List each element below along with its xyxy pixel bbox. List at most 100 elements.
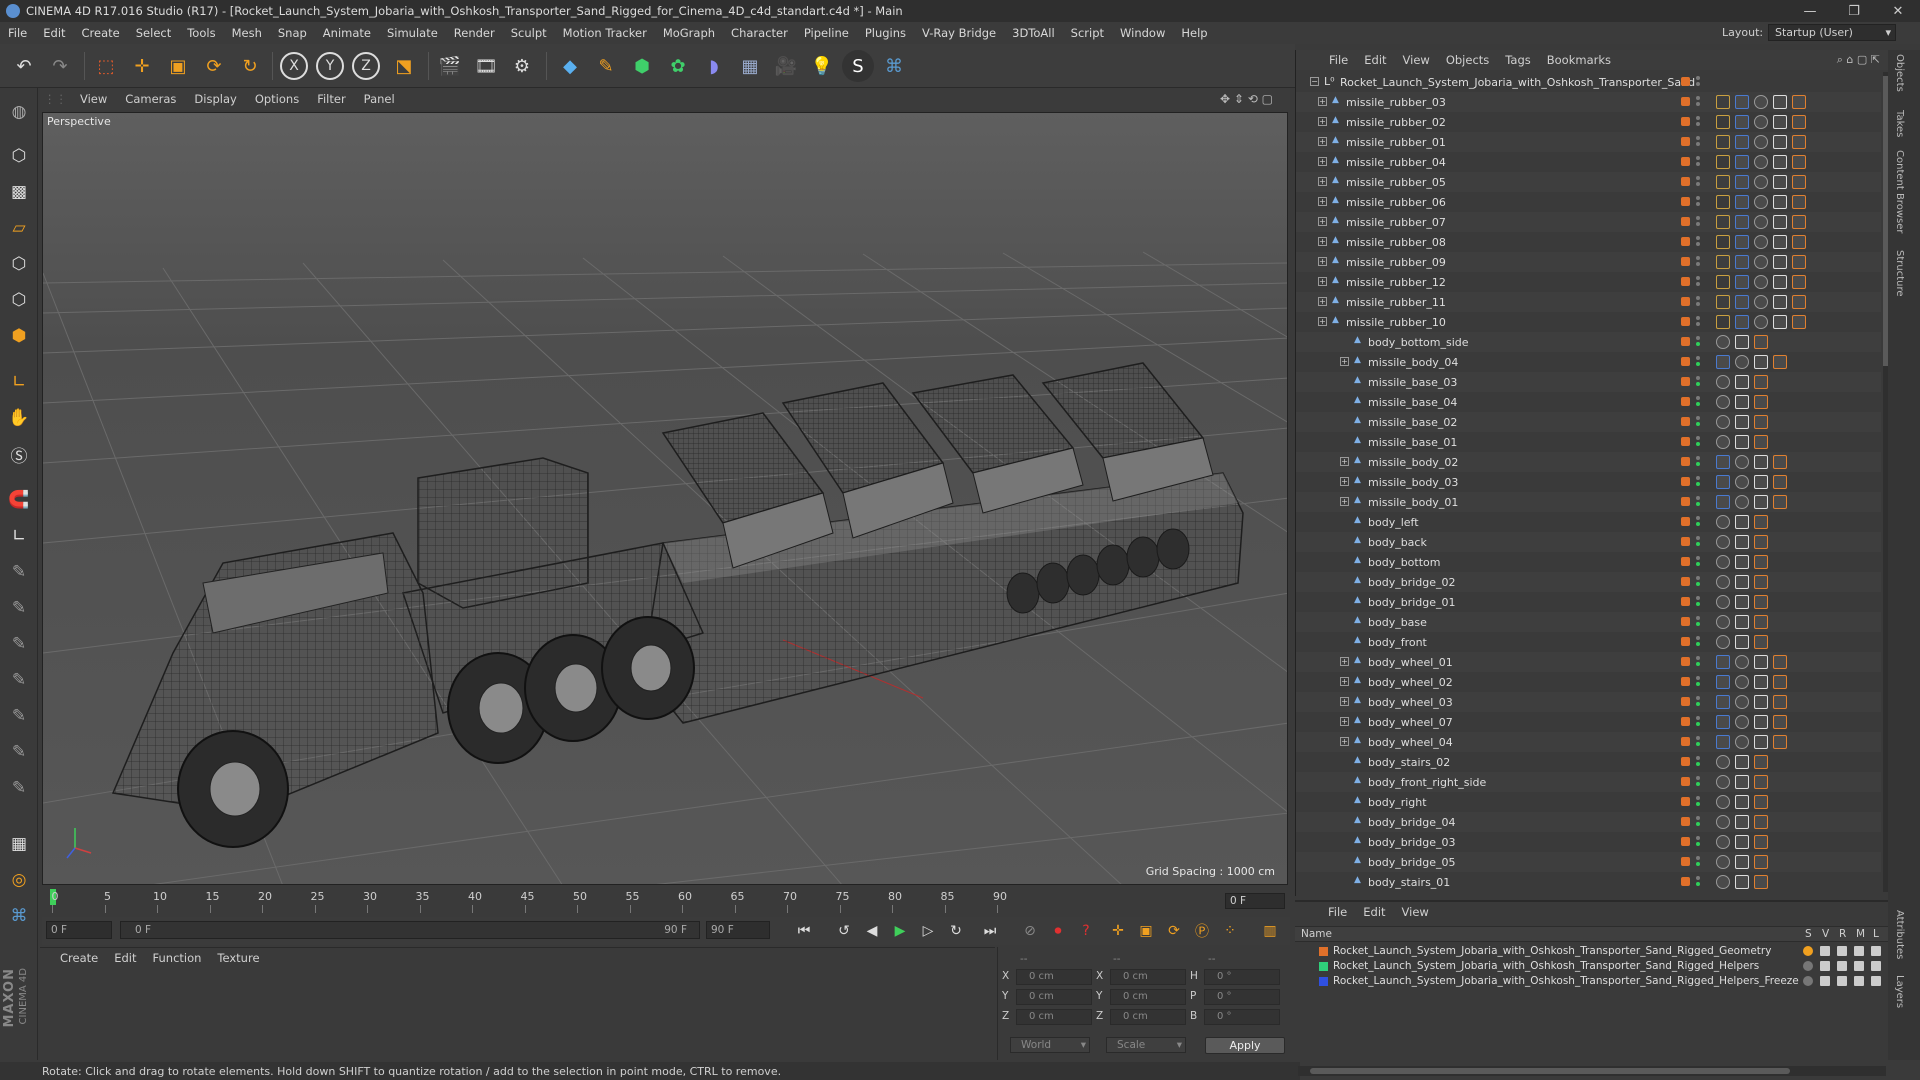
layer-menu-edit[interactable]: Edit (1355, 905, 1393, 919)
texture-tag-icon[interactable] (1773, 295, 1787, 309)
menu-character[interactable]: Character (723, 26, 796, 40)
menu-sculpt[interactable]: Sculpt (503, 26, 555, 40)
visibility-dots[interactable] (1696, 396, 1702, 408)
coord-value-field[interactable]: 0 cm (1110, 989, 1186, 1005)
constraint-tag-icon[interactable] (1754, 795, 1768, 809)
object-row[interactable]: ▲ body_right (1296, 792, 1881, 812)
render-settings-icon[interactable]: ⚙ (506, 50, 538, 82)
layer-color-swatch[interactable] (1319, 977, 1328, 986)
visibility-dots[interactable] (1696, 136, 1702, 148)
ik-tag-icon[interactable] (1735, 215, 1749, 229)
key-scale-icon[interactable]: ▣ (1134, 920, 1158, 942)
material-tag-icon[interactable] (1716, 615, 1730, 629)
material-tag-icon[interactable] (1754, 275, 1768, 289)
expand-icon[interactable]: + (1318, 317, 1327, 326)
constraint-tag-icon[interactable] (1792, 115, 1806, 129)
rig-tag-icon[interactable] (1716, 295, 1730, 309)
object-row[interactable]: + ▲ missile_rubber_07 (1296, 212, 1881, 232)
constraint-tag-icon[interactable] (1792, 255, 1806, 269)
object-row[interactable]: ▲ body_bridge_03 (1296, 832, 1881, 852)
material-tag-icon[interactable] (1735, 455, 1749, 469)
visibility-dots[interactable] (1696, 816, 1702, 828)
object-row[interactable]: + ▲ missile_rubber_02 (1296, 112, 1881, 132)
polygons-mode-icon[interactable]: ⬢ (3, 320, 35, 352)
menu-tools[interactable]: Tools (179, 26, 223, 40)
visibility-dots[interactable] (1696, 756, 1702, 768)
material-tag-icon[interactable] (1735, 355, 1749, 369)
prev-key-icon[interactable]: ↺ (832, 920, 856, 942)
layer-lock-icon[interactable] (1871, 961, 1881, 971)
grab-brush-icon[interactable]: ✎ (3, 736, 35, 768)
cube-icon[interactable]: ◆ (554, 50, 586, 82)
material-tag-icon[interactable] (1716, 375, 1730, 389)
timeline-ruler[interactable]: 0 F 0 5 10 15 20 25 30 35 40 45 50 55 60 65 70 75 80 85 90 (42, 887, 1290, 917)
material-tag-icon[interactable] (1716, 835, 1730, 849)
layer-solo-icon[interactable] (1803, 976, 1813, 986)
redo-icon[interactable]: ↷ (44, 50, 76, 82)
scale-dropdown[interactable]: Scale ▾ (1106, 1037, 1186, 1053)
deformer-icon[interactable]: ◗ (698, 50, 730, 82)
side-tab-content-browser[interactable]: Content Browser (1894, 150, 1905, 233)
menu-create[interactable]: Create (74, 26, 128, 40)
menu-mesh[interactable]: Mesh (224, 26, 270, 40)
object-row[interactable]: + ▲ missile_rubber_10 (1296, 312, 1881, 332)
visibility-dots[interactable] (1696, 256, 1702, 268)
visibility-dots[interactable] (1696, 236, 1702, 248)
object-row[interactable]: + ▲ body_wheel_02 (1296, 672, 1881, 692)
constraint-tag-icon[interactable] (1773, 455, 1787, 469)
apply-button[interactable]: Apply (1205, 1037, 1285, 1054)
texture-tag-icon[interactable] (1773, 155, 1787, 169)
layer-visible-icon[interactable] (1820, 976, 1830, 986)
material-tag-icon[interactable] (1716, 395, 1730, 409)
texture-tag-icon[interactable] (1754, 495, 1768, 509)
material-tag-icon[interactable] (1716, 515, 1730, 529)
key-rotation-icon[interactable]: ⟳ (1162, 920, 1186, 942)
layer-manager-icon[interactable] (1854, 946, 1864, 956)
rig-tag-icon[interactable] (1716, 275, 1730, 289)
object-row[interactable]: ▲ body_bottom_side (1296, 332, 1881, 352)
texture-tag-icon[interactable] (1735, 755, 1749, 769)
texture-tag-icon[interactable] (1773, 195, 1787, 209)
menu-window[interactable]: Window (1112, 26, 1173, 40)
ik-tag-icon[interactable] (1716, 735, 1730, 749)
expand-icon[interactable]: + (1340, 497, 1349, 506)
material-tag-icon[interactable] (1735, 735, 1749, 749)
ik-tag-icon[interactable] (1716, 695, 1730, 709)
expand-icon[interactable]: + (1340, 357, 1349, 366)
rig-tag-icon[interactable] (1716, 235, 1730, 249)
texture-tag-icon[interactable] (1754, 715, 1768, 729)
expand-icon[interactable]: + (1318, 277, 1327, 286)
ik-tag-icon[interactable] (1735, 115, 1749, 129)
ik-tag-icon[interactable] (1735, 135, 1749, 149)
coord-value-field[interactable]: 0 ° (1204, 969, 1280, 985)
edges-mode-icon[interactable]: ⬡ (3, 284, 35, 316)
expand-icon[interactable]: + (1318, 117, 1327, 126)
visibility-dots[interactable] (1696, 596, 1702, 608)
expand-icon[interactable]: + (1318, 197, 1327, 206)
inflate-brush-icon[interactable]: ✎ (3, 700, 35, 732)
material-tag-icon[interactable] (1716, 855, 1730, 869)
expand-icon[interactable]: + (1340, 657, 1349, 666)
object-row[interactable]: ▲ body_bridge_04 (1296, 812, 1881, 832)
ik-tag-icon[interactable] (1735, 95, 1749, 109)
constraint-tag-icon[interactable] (1792, 295, 1806, 309)
constraint-tag-icon[interactable] (1754, 535, 1768, 549)
object-row[interactable]: ▲ body_stairs_02 (1296, 752, 1881, 772)
flatten-brush-icon[interactable]: ✎ (3, 664, 35, 696)
axis-mode-icon[interactable]: ∟ (3, 366, 35, 398)
material-tag-icon[interactable] (1754, 155, 1768, 169)
restore-button[interactable]: ❐ (1832, 0, 1876, 22)
layer-horizontal-scrollbar[interactable] (1298, 1066, 1886, 1076)
constraint-tag-icon[interactable] (1792, 215, 1806, 229)
material-tag-icon[interactable] (1754, 295, 1768, 309)
material-tag-icon[interactable] (1735, 475, 1749, 489)
constraint-tag-icon[interactable] (1792, 235, 1806, 249)
expand-icon[interactable]: + (1318, 177, 1327, 186)
ik-tag-icon[interactable] (1735, 275, 1749, 289)
viewport-menu-cameras[interactable]: Cameras (116, 92, 185, 106)
visibility-dots[interactable] (1696, 376, 1702, 388)
layer-visible-icon[interactable] (1820, 946, 1830, 956)
constraint-tag-icon[interactable] (1754, 835, 1768, 849)
goto-start-icon[interactable]: ⏮ (792, 920, 816, 942)
move-icon[interactable]: ✛ (126, 50, 158, 82)
